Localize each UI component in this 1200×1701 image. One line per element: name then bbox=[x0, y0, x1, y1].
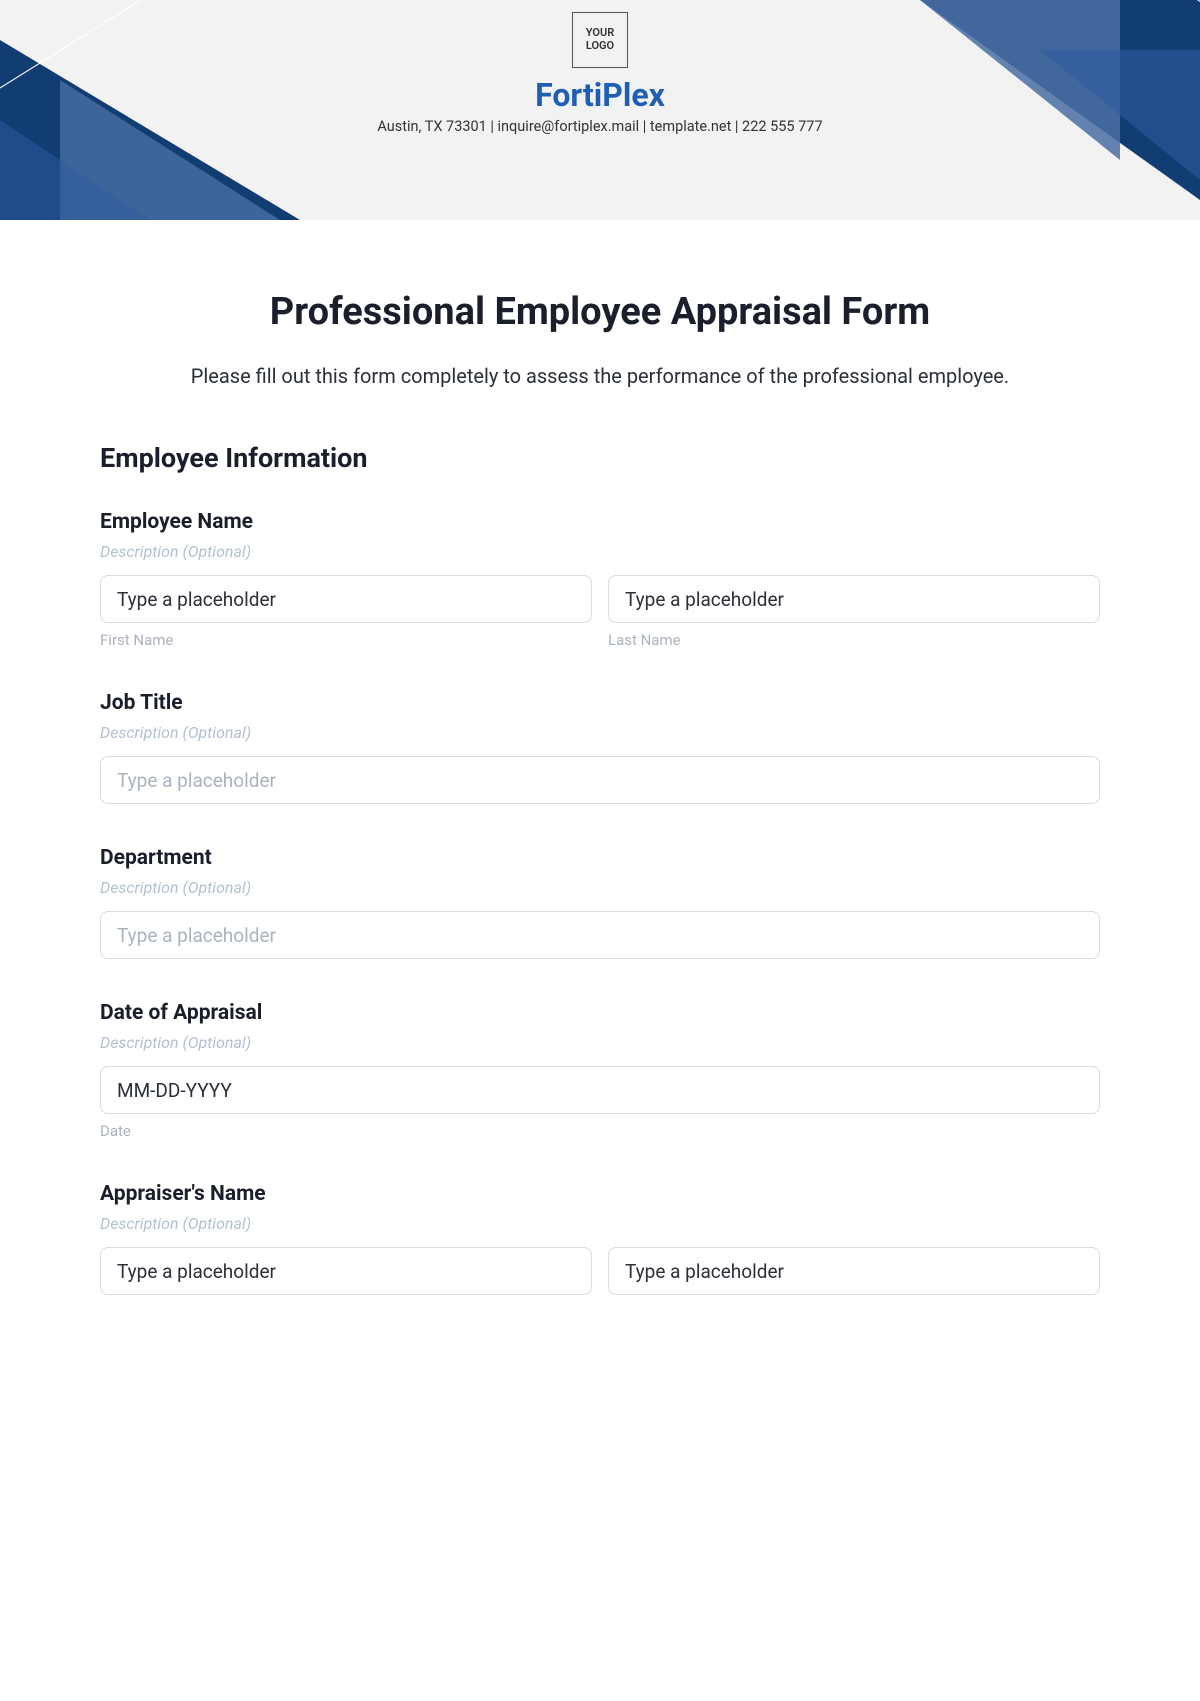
decor-triangle bbox=[0, 120, 150, 220]
field-description: Description (Optional) bbox=[100, 542, 1100, 561]
decor-triangle bbox=[1040, 50, 1200, 180]
field-date-appraisal: Date of Appraisal Description (Optional)… bbox=[100, 1001, 1100, 1140]
field-label: Employee Name bbox=[100, 510, 1100, 534]
field-employee-name: Employee Name Description (Optional) Fir… bbox=[100, 510, 1100, 649]
field-description: Description (Optional) bbox=[100, 878, 1100, 897]
company-info: Austin, TX 73301 | inquire@fortiplex.mai… bbox=[0, 118, 1200, 135]
date-sublabel: Date bbox=[100, 1122, 1100, 1140]
field-description: Description (Optional) bbox=[100, 1214, 1100, 1233]
date-appraisal-input[interactable] bbox=[100, 1066, 1100, 1114]
last-name-input[interactable] bbox=[608, 575, 1100, 623]
form-title: Professional Employee Appraisal Form bbox=[100, 290, 1100, 334]
appraiser-first-name-input[interactable] bbox=[100, 1247, 592, 1295]
field-job-title: Job Title Description (Optional) bbox=[100, 691, 1100, 804]
field-description: Description (Optional) bbox=[100, 1033, 1100, 1052]
field-label: Appraiser's Name bbox=[100, 1182, 1100, 1206]
last-name-sublabel: Last Name bbox=[608, 631, 1100, 649]
form-content: Professional Employee Appraisal Form Ple… bbox=[0, 220, 1200, 1295]
field-department: Department Description (Optional) bbox=[100, 846, 1100, 959]
job-title-input[interactable] bbox=[100, 756, 1100, 804]
first-name-sublabel: First Name bbox=[100, 631, 592, 649]
department-input[interactable] bbox=[100, 911, 1100, 959]
appraiser-last-name-input[interactable] bbox=[608, 1247, 1100, 1295]
field-label: Department bbox=[100, 846, 1100, 870]
header-banner: YOUR LOGO FortiPlex Austin, TX 73301 | i… bbox=[0, 0, 1200, 220]
field-appraiser-name: Appraiser's Name Description (Optional) bbox=[100, 1182, 1100, 1295]
section-employee-info: Employee Information bbox=[100, 442, 1100, 474]
field-label: Job Title bbox=[100, 691, 1100, 715]
first-name-input[interactable] bbox=[100, 575, 592, 623]
field-description: Description (Optional) bbox=[100, 723, 1100, 742]
field-label: Date of Appraisal bbox=[100, 1001, 1100, 1025]
company-name: FortiPlex bbox=[0, 76, 1200, 114]
logo-placeholder: YOUR LOGO bbox=[572, 12, 628, 68]
form-subtitle: Please fill out this form completely to … bbox=[100, 360, 1100, 392]
